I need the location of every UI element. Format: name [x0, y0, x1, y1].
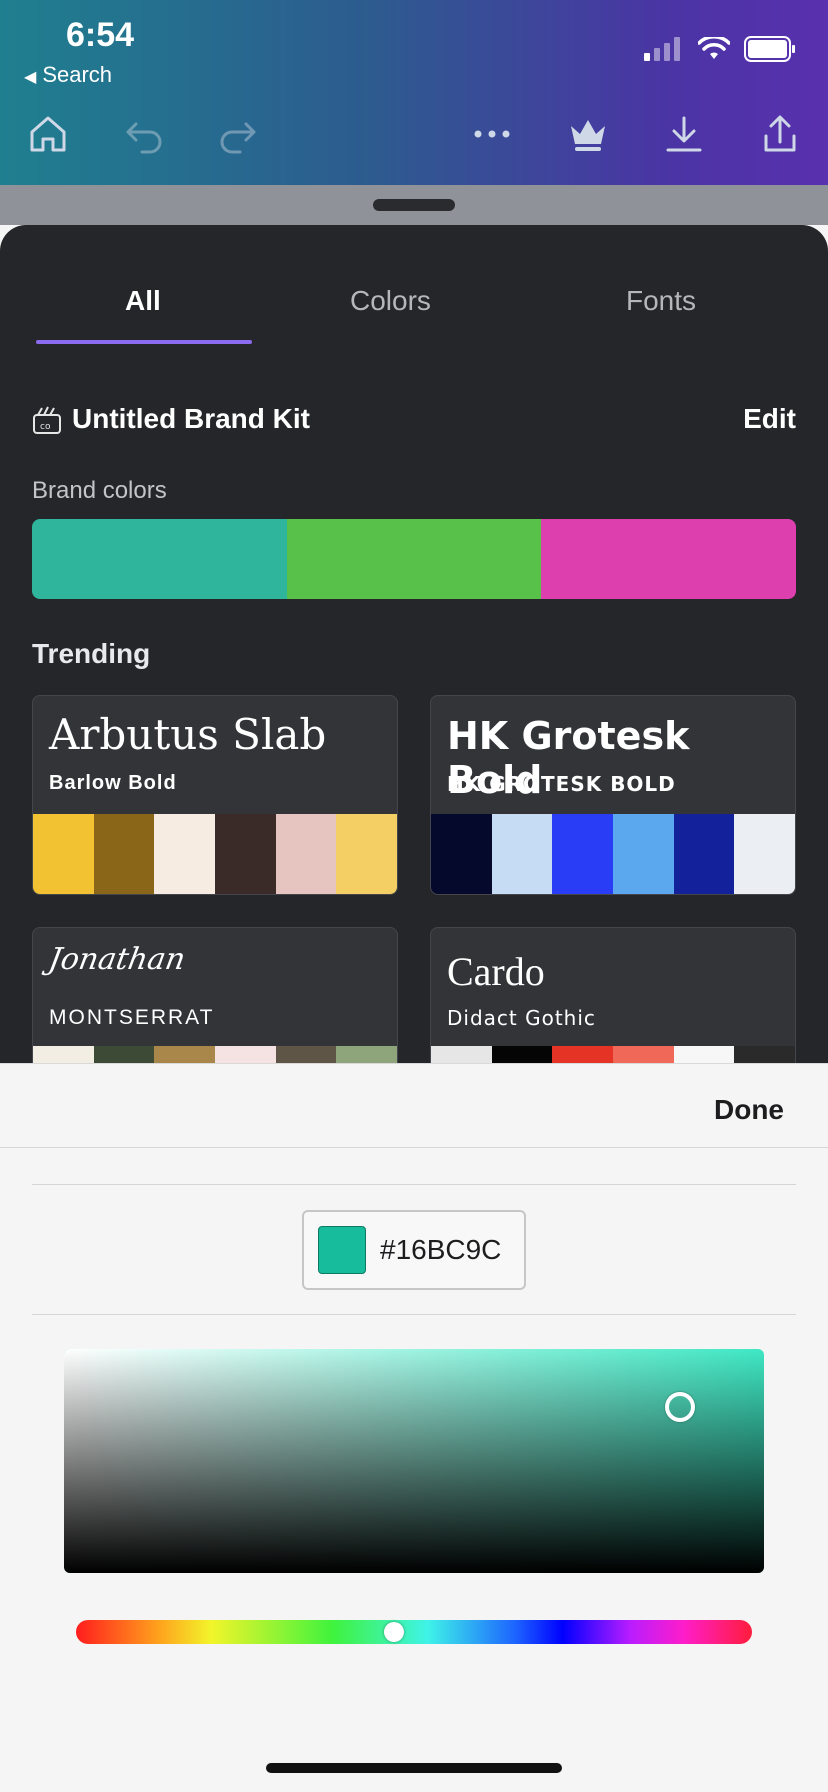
signal-icon — [644, 37, 680, 61]
palette-swatch — [215, 814, 276, 894]
wifi-icon — [698, 37, 730, 59]
card-palette — [33, 814, 397, 894]
tab-all[interactable]: All — [125, 285, 161, 317]
trending-card-jonathan[interactable]: Jonathan MONTSERRAT — [32, 927, 398, 1065]
brand-kit-title: Untitled Brand Kit — [72, 403, 310, 434]
palette-swatch — [275, 814, 337, 894]
brand-color-swatch[interactable] — [32, 519, 287, 599]
done-button[interactable]: Done — [714, 1094, 784, 1126]
palette-swatch — [491, 814, 553, 894]
hex-value[interactable]: #16BC9C — [380, 1234, 501, 1266]
brand-color-swatch[interactable] — [286, 519, 542, 599]
more-icon[interactable] — [470, 112, 514, 156]
card-heading-font: Arbutus Slab — [49, 710, 327, 759]
hue-slider-thumb[interactable] — [383, 1622, 404, 1642]
card-heading-font: Jonathan — [45, 942, 188, 977]
hex-input[interactable]: #16BC9C — [302, 1210, 526, 1290]
palette-swatch — [93, 814, 155, 894]
home-indicator[interactable] — [266, 1763, 562, 1773]
svg-text:co: co — [40, 422, 51, 432]
picker-black-layer — [64, 1349, 764, 1573]
home-icon[interactable] — [26, 112, 70, 156]
panel-divider — [0, 1147, 828, 1148]
palette-swatch — [734, 814, 795, 894]
trending-card-arbutus[interactable]: Arbutus Slab Barlow Bold — [32, 695, 398, 895]
palette-swatch — [613, 814, 674, 894]
trending-label: Trending — [32, 638, 151, 669]
panel-divider — [32, 1184, 796, 1185]
card-body-font: Barlow Bold — [49, 772, 177, 794]
panel-divider — [32, 1314, 796, 1315]
back-triangle-icon: ◀ — [24, 69, 37, 86]
undo-icon[interactable] — [122, 112, 166, 156]
card-heading-font: Cardo — [447, 949, 545, 994]
back-label: Search — [42, 62, 113, 87]
color-picker-panel: Done #16BC9C — [0, 1063, 828, 1792]
brand-kit-icon: co — [33, 406, 61, 434]
download-icon[interactable] — [662, 112, 706, 156]
back-to-search-link[interactable]: ◀ Search — [24, 62, 112, 88]
brand-colors-strip[interactable] — [32, 519, 796, 599]
tab-fonts[interactable]: Fonts — [626, 285, 696, 317]
crown-icon[interactable] — [566, 112, 610, 156]
card-body-font: Didact Gothic — [447, 1006, 596, 1030]
brand-colors-label: Brand colors — [32, 477, 167, 504]
share-icon[interactable] — [758, 112, 802, 156]
saturation-brightness-picker[interactable] — [64, 1349, 764, 1573]
current-color-swatch — [318, 1226, 366, 1274]
palette-swatch — [552, 814, 614, 894]
palette-swatch — [431, 814, 492, 894]
card-body-font: MONTSERRAT — [49, 1006, 215, 1029]
hue-slider[interactable] — [76, 1620, 752, 1644]
tab-colors[interactable]: Colors — [350, 285, 431, 317]
card-body-font: HK GROTESK BOLD — [447, 772, 676, 796]
brand-sheet: All Colors Fonts co Untitled Brand Kit E… — [0, 225, 828, 1065]
redo-icon[interactable] — [216, 112, 260, 156]
status-time: 6:54 — [66, 16, 135, 54]
trending-card-hk-grotesk[interactable]: HK Grotesk Bold HK GROTESK BOLD — [430, 695, 796, 895]
battery-icon — [744, 36, 795, 62]
card-palette — [431, 814, 795, 894]
edit-button[interactable]: Edit — [743, 403, 796, 435]
palette-swatch — [673, 814, 735, 894]
palette-swatch — [33, 814, 94, 894]
trending-card-cardo[interactable]: Cardo Didact Gothic — [430, 927, 796, 1065]
palette-swatch — [154, 814, 216, 894]
top-bar: 6:54 ◀ Search — [0, 0, 828, 185]
sheet-drag-handle[interactable] — [373, 199, 455, 211]
brand-color-swatch[interactable] — [541, 519, 796, 599]
palette-swatch — [336, 814, 397, 894]
brand-kit-header[interactable]: co Untitled Brand Kit — [32, 403, 310, 435]
status-icons — [644, 36, 796, 62]
active-tab-indicator — [36, 340, 252, 344]
